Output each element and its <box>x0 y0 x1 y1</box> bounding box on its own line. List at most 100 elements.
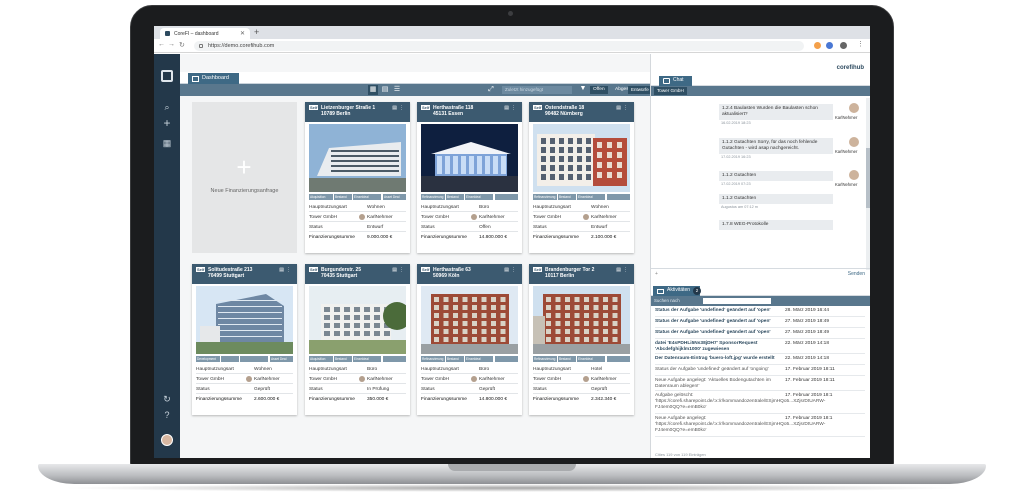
new-financing-card[interactable]: + Neue Finanzierungsanfrage <box>192 102 297 253</box>
activity-date: 27. März 2019 18:49 <box>785 330 830 335</box>
company-value: Tower GmbH <box>421 215 449 220</box>
row-label: Hauptnutzungsart <box>309 205 347 210</box>
close-tab-icon[interactable]: ✕ <box>240 30 245 37</box>
activity-date: 27. März 2019 18:49 <box>785 319 830 324</box>
person-value: KarlNehmer <box>591 215 617 220</box>
card-menu-icon[interactable]: ▤⋮ <box>279 267 293 273</box>
activity-text: Status der Aufgabe 'undefined' geändert … <box>655 367 769 372</box>
tile-view-icon[interactable]: ▤ <box>380 85 390 95</box>
card-address: Ostendstraße 18 90482 Nürnberg <box>545 105 585 117</box>
row-usage: Hauptnutzungsart Hotel <box>533 365 630 374</box>
activity-row[interactable]: Neue Aufgabe angelegt: 'Aktuelles Bodeng… <box>655 377 865 391</box>
row-total: Finanzierungssumme 2.342.340 € <box>533 395 630 404</box>
add-icon[interactable]: + <box>162 117 172 129</box>
activity-row[interactable]: Der Datenraum-Eintrag 'buero-loft.jpg' w… <box>655 355 865 365</box>
help-icon[interactable]: ? <box>162 410 172 420</box>
filter-open[interactable]: Offen <box>590 86 608 94</box>
card-address: Burgunderstr. 25 70435 Stuttgart <box>321 267 362 279</box>
browser-tab[interactable]: CoreFI – dashboard ✕ <box>160 28 250 39</box>
row-label: Finanzierungssumme <box>533 397 579 402</box>
row-label: Hauptnutzungsart <box>533 367 571 372</box>
card-menu-icon[interactable]: ▤⋮ <box>392 267 406 273</box>
filter-drafts[interactable]: Entwürfe <box>628 86 652 94</box>
financing-card[interactable]: Self Burgunderstr. 25 70435 Stuttgart ▤⋮ … <box>305 264 410 415</box>
activity-row[interactable]: Status der Aufgabe 'undefined' geändert … <box>655 366 865 376</box>
financing-card[interactable]: Self Herthastraße 63 50969 Köln ▤⋮ Refina… <box>417 264 522 415</box>
expand-icon[interactable]: ⤢ <box>486 85 496 95</box>
row-company: Tower GmbH KarlNehmer <box>421 375 518 384</box>
browser-tab-title: CoreFI – dashboard <box>174 31 219 37</box>
row-usage: Hauptnutzungsart Wohnen <box>533 203 630 212</box>
new-tab-icon[interactable]: + <box>254 27 259 37</box>
filter-icon[interactable]: ▼ <box>578 85 588 95</box>
url-field[interactable]: https://demo.corefihub.com <box>194 41 804 51</box>
send-button[interactable]: Senden <box>848 271 865 277</box>
activities-count-badge: 2 <box>693 287 701 295</box>
search-icon[interactable]: ⌕ <box>162 102 172 112</box>
refresh-icon[interactable]: ↻ <box>162 394 172 404</box>
deal-tag: Refinanzierung <box>421 356 445 362</box>
deal-tag: Bestand <box>558 194 576 200</box>
total-value: 2.342.340 € <box>591 397 617 402</box>
financing-card[interactable]: Self Herthastraße 118 45131 Essen ▤⋮ Refi… <box>417 102 522 253</box>
card-tags: Development Asset Deal <box>196 356 293 362</box>
chat-author: KarlNehmer <box>835 149 858 154</box>
total-value: 2.100.000 € <box>591 235 617 240</box>
activities-search-input[interactable] <box>703 298 771 304</box>
user-avatar[interactable] <box>161 434 173 446</box>
chat-message: 1.1.2 Gutachten <box>719 171 833 181</box>
card-menu-icon[interactable]: ▤⋮ <box>392 105 406 111</box>
sort-select[interactable]: Zuletzt hinzugefügt <box>502 86 572 94</box>
extension-icon[interactable] <box>814 42 821 49</box>
reload-icon[interactable]: ↻ <box>179 41 185 49</box>
activity-row[interactable]: datei 'E4sPDHLi5Ns38jDH7' SponsorRequest… <box>655 340 865 354</box>
row-company: Tower GmbH KarlNehmer <box>196 375 293 384</box>
row-company: Tower GmbH KarlNehmer <box>309 213 406 222</box>
building-photo <box>421 124 518 192</box>
card-menu-icon[interactable]: ▤⋮ <box>616 267 630 273</box>
list-view-icon[interactable]: ☰ <box>392 85 402 95</box>
attach-icon[interactable]: + <box>655 271 658 277</box>
row-status: Status Geprüft <box>196 385 293 394</box>
financing-card[interactable]: Self Brandenburger Tor 2 10117 Berlin ▤⋮ … <box>529 264 634 415</box>
activity-date: 28. März 2019 16:44 <box>785 308 830 313</box>
grid-icon[interactable]: ▦ <box>162 138 172 148</box>
card-tags: Akquisition Bestand Einzeldeal <box>309 356 406 362</box>
tab-chat[interactable]: Chat <box>659 76 692 86</box>
extension-icon[interactable] <box>826 42 833 49</box>
grid-view-icon[interactable]: ▦ <box>368 85 378 95</box>
status-value: Entwurf <box>591 225 608 230</box>
back-icon[interactable]: ← <box>158 41 165 48</box>
card-address: Lietzenburger Straße 1 10789 Berlin <box>321 105 376 117</box>
activity-row[interactable]: Aufgabe gelöscht: 'https://corefi.sharep… <box>655 392 865 414</box>
deal-tag: Asset Deal <box>270 356 293 362</box>
forward-icon[interactable]: → <box>168 41 175 48</box>
usage-value: Wohnen <box>591 205 609 210</box>
deal-tag: Bestand <box>446 356 464 362</box>
card-menu-icon[interactable]: ▤⋮ <box>504 267 518 273</box>
profile-icon[interactable] <box>840 42 847 49</box>
row-total: Finanzierungssumme 350.000 € <box>309 395 406 404</box>
right-column: corefihub Chat Tower GmbH 1.2.4 Baulaste… <box>650 54 870 458</box>
activity-row[interactable]: Status der Aufgabe 'undefined' geändert … <box>655 318 865 328</box>
chat-scrollbar[interactable] <box>866 98 870 270</box>
activity-row[interactable]: Status der Aufgabe 'undefined' geändert … <box>655 307 865 317</box>
tab-dashboard[interactable]: Dashboard <box>188 73 239 84</box>
tab-tower-gmbh[interactable]: Tower GmbH <box>654 87 687 95</box>
row-status: Status Offen <box>421 223 518 232</box>
financing-card[interactable]: Self Ostendstraße 18 90482 Nürnberg ▤⋮ Re… <box>529 102 634 253</box>
chat-timestamp: 17.02.2019 16:23 <box>721 155 751 159</box>
menu-dots-icon[interactable]: ⋮ <box>857 40 864 48</box>
financing-card[interactable]: Self Lietzenburger Straße 1 10789 Berlin … <box>305 102 410 253</box>
card-menu-icon[interactable]: ▤⋮ <box>504 105 518 111</box>
deal-tag: Einzeldeal <box>353 194 381 200</box>
logo-icon[interactable] <box>161 70 173 82</box>
row-company: Tower GmbH KarlNehmer <box>421 213 518 222</box>
row-total: Finanzierungssumme 2.100.000 € <box>533 233 630 242</box>
card-menu-icon[interactable]: ▤⋮ <box>616 105 630 111</box>
card-header: Self Herthastraße 118 45131 Essen ▤⋮ <box>417 102 522 122</box>
new-financing-label: Neue Finanzierungsanfrage <box>210 188 279 194</box>
activity-row[interactable]: Neue Aufgabe angelegt: 'https://corefi.s… <box>655 415 865 437</box>
activity-row[interactable]: Status der Aufgabe 'undefined' geändert … <box>655 329 865 339</box>
financing-card[interactable]: Self Solitudestraße 213 70499 Stuttgart ▤… <box>192 264 297 415</box>
